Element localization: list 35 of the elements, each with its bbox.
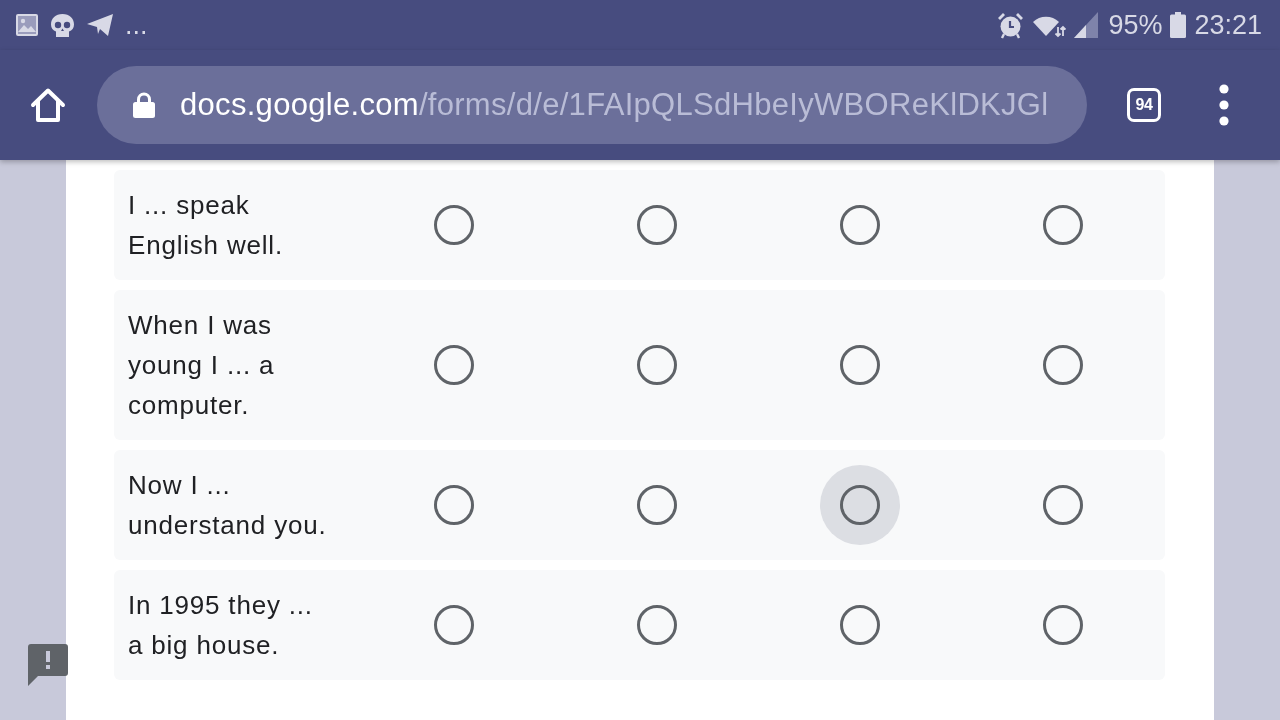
radio-button[interactable] xyxy=(1043,605,1084,645)
radio-button[interactable] xyxy=(1043,345,1084,385)
address-bar[interactable]: docs.google.com/forms/d/e/1FAIpQLSdHbeIyWBOReKlDKJGl xyxy=(97,66,1087,144)
radio-button[interactable] xyxy=(636,205,677,245)
image-icon xyxy=(16,14,38,36)
tab-count-button[interactable]: 94 xyxy=(1127,88,1161,122)
radio-button[interactable] xyxy=(636,485,677,525)
radio-button[interactable] xyxy=(433,485,474,525)
signal-icon xyxy=(1074,12,1099,38)
more-notifications-text: ... xyxy=(125,10,148,40)
home-icon[interactable] xyxy=(30,87,66,123)
radio-button[interactable] xyxy=(1043,485,1084,525)
paper-plane-icon xyxy=(87,14,113,36)
radio-button[interactable] xyxy=(433,345,474,385)
radio-button[interactable] xyxy=(840,205,881,245)
row-statement: I ... speak English well. xyxy=(128,189,284,262)
radio-button[interactable] xyxy=(840,345,881,385)
row-statement: In 1995 they ... a big house. xyxy=(128,589,314,662)
skull-icon xyxy=(50,12,75,38)
radio-button[interactable] xyxy=(840,485,881,525)
radio-button[interactable] xyxy=(840,605,881,645)
feedback-alert-icon[interactable] xyxy=(28,644,68,686)
lock-icon xyxy=(133,92,155,118)
clock-time: 23:21 xyxy=(1194,10,1262,40)
radio-button[interactable] xyxy=(636,345,677,385)
radio-button[interactable] xyxy=(433,605,474,645)
radio-button[interactable] xyxy=(1043,205,1084,245)
row-statement: When I was young I ... a computer. xyxy=(128,309,276,422)
row-statement: Now I ... understand you. xyxy=(128,469,328,542)
radio-button[interactable] xyxy=(636,605,677,645)
battery-icon xyxy=(1170,12,1187,38)
alarm-clock-icon xyxy=(997,11,1025,39)
kebab-menu-icon[interactable] xyxy=(1219,84,1229,126)
battery-percent: 95% xyxy=(1108,10,1163,40)
radio-button[interactable] xyxy=(433,205,474,245)
